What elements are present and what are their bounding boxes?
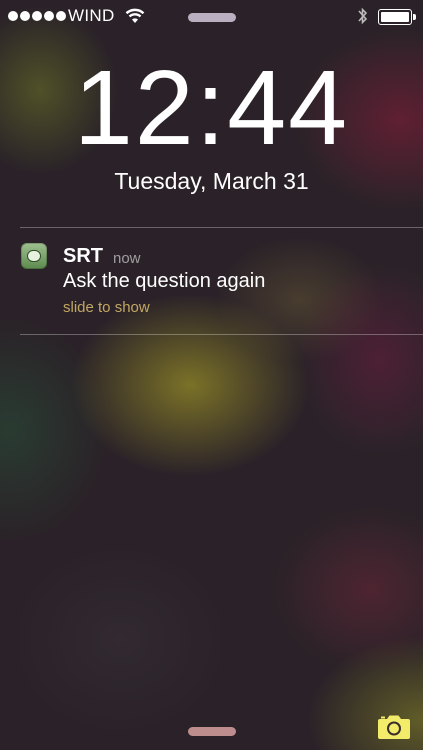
notification-divider-bottom: [20, 334, 423, 335]
slide-to-show-hint[interactable]: slide to show: [63, 299, 150, 316]
carrier-name: WIND: [68, 6, 115, 25]
lock-screen-time: 12:44: [73, 49, 350, 167]
battery-icon: [378, 9, 416, 25]
camera-icon[interactable]: [376, 713, 412, 741]
notification-time: now: [113, 250, 141, 267]
notification-center-grabber[interactable]: [188, 13, 236, 22]
wifi-icon: [125, 8, 145, 23]
srt-app-icon: [21, 243, 47, 269]
notification-divider-top: [20, 227, 423, 228]
bluetooth-icon: [358, 7, 368, 25]
notification-app-name: SRT: [63, 245, 103, 267]
signal-strength-indicator: [8, 11, 66, 21]
lock-screen-date: Tuesday, March 31: [114, 168, 309, 194]
notification-message: Ask the question again: [63, 270, 266, 292]
control-center-grabber[interactable]: [188, 727, 236, 736]
status-bar: WIND: [0, 0, 423, 34]
